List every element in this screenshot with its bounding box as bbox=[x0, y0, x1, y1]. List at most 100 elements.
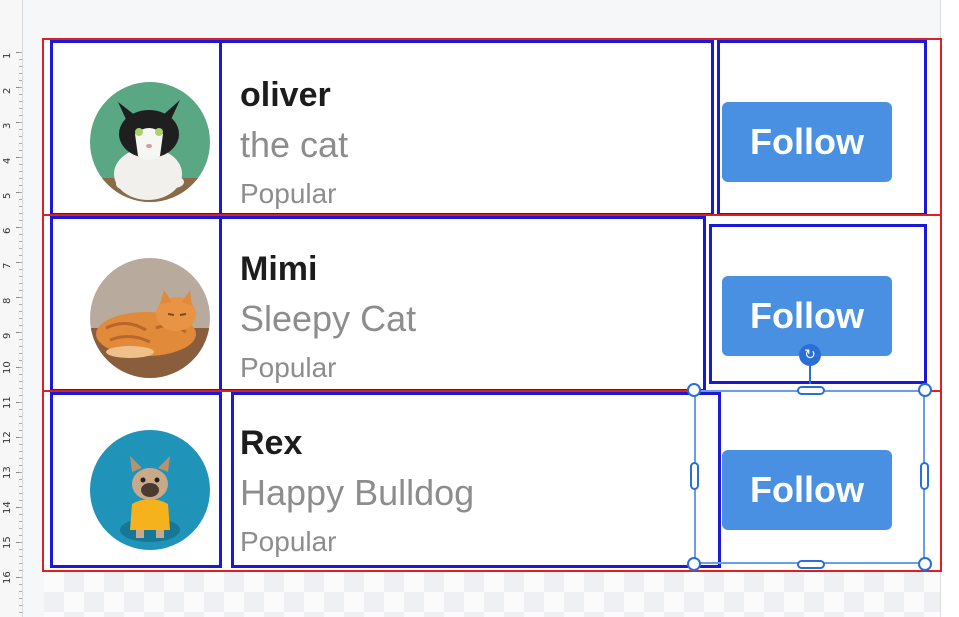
ruler-minor-tick bbox=[19, 563, 22, 564]
ruler-minor-tick bbox=[19, 381, 22, 382]
ruler-minor-tick bbox=[19, 528, 22, 529]
ruler-minor-tick bbox=[19, 444, 22, 445]
ruler-minor-tick bbox=[19, 318, 22, 319]
item-subtitle: Happy Bulldog bbox=[240, 472, 475, 513]
ruler-minor-tick bbox=[19, 507, 22, 508]
ruler-minor-tick bbox=[19, 52, 22, 53]
ruler-minor-tick bbox=[19, 409, 22, 410]
ruler-minor-tick bbox=[19, 269, 22, 270]
ruler-minor-tick bbox=[19, 360, 22, 361]
resize-handle-right[interactable] bbox=[920, 462, 929, 490]
rotate-icon[interactable]: ↻ bbox=[799, 344, 821, 366]
ruler-minor-tick bbox=[19, 136, 22, 137]
ruler-minor-tick bbox=[19, 500, 22, 501]
ruler-minor-tick bbox=[19, 486, 22, 487]
ruler-minor-tick bbox=[19, 521, 22, 522]
ruler-minor-tick bbox=[19, 73, 22, 74]
ruler-minor-tick bbox=[19, 332, 22, 333]
ruler-minor-tick bbox=[19, 66, 22, 67]
ruler-minor-tick bbox=[19, 437, 22, 438]
ruler-minor-tick bbox=[19, 346, 22, 347]
ruler-minor-tick bbox=[19, 157, 22, 158]
ruler-minor-tick bbox=[19, 262, 22, 263]
ruler-minor-tick bbox=[19, 213, 22, 214]
ruler-minor-tick bbox=[19, 353, 22, 354]
ruler-label: 10 bbox=[2, 361, 13, 374]
ruler-minor-tick bbox=[19, 556, 22, 557]
ruler-minor-tick bbox=[19, 108, 22, 109]
ruler-minor-tick bbox=[19, 451, 22, 452]
ruler-minor-tick bbox=[19, 227, 22, 228]
ruler-label: 6 bbox=[2, 227, 13, 234]
selection-box[interactable] bbox=[694, 390, 925, 564]
ruler-minor-tick bbox=[19, 80, 22, 81]
avatar bbox=[90, 82, 210, 202]
ruler-minor-tick bbox=[19, 591, 22, 592]
resize-handle-top-right[interactable] bbox=[918, 383, 932, 397]
ruler-minor-tick bbox=[19, 479, 22, 480]
vertical-ruler[interactable]: 1 2 3 4 5 6 7 8 9 10 11 12 13 14 15 16 bbox=[0, 0, 23, 617]
item-tag: Popular bbox=[240, 526, 337, 557]
follow-button[interactable]: Follow bbox=[722, 102, 892, 182]
ruler-label: 12 bbox=[2, 431, 13, 444]
resize-handle-top-left[interactable] bbox=[687, 383, 701, 397]
avatar bbox=[90, 430, 210, 550]
ruler-minor-tick bbox=[19, 164, 22, 165]
ruler-label: 9 bbox=[2, 332, 13, 339]
ruler-minor-tick bbox=[19, 101, 22, 102]
resize-handle-bottom[interactable] bbox=[797, 560, 825, 569]
ruler-minor-tick bbox=[19, 465, 22, 466]
resize-handle-left[interactable] bbox=[690, 462, 699, 490]
ruler-minor-tick bbox=[19, 577, 22, 578]
ruler-minor-tick bbox=[19, 178, 22, 179]
resize-handle-top[interactable] bbox=[797, 386, 825, 395]
ruler-minor-tick bbox=[19, 290, 22, 291]
ruler-minor-tick bbox=[19, 185, 22, 186]
avatar bbox=[90, 258, 210, 378]
ruler-minor-tick bbox=[19, 122, 22, 123]
ruler-label: 3 bbox=[2, 122, 13, 129]
ruler-minor-tick bbox=[19, 234, 22, 235]
ruler-minor-tick bbox=[19, 598, 22, 599]
ruler-minor-tick bbox=[19, 304, 22, 305]
ruler-label: 14 bbox=[2, 501, 13, 514]
ruler-minor-tick bbox=[19, 570, 22, 571]
resize-handle-bottom-right[interactable] bbox=[918, 557, 932, 571]
ruler-minor-tick bbox=[19, 430, 22, 431]
ruler-label: 16 bbox=[2, 571, 13, 584]
ruler-minor-tick bbox=[19, 535, 22, 536]
canvas-right-edge bbox=[940, 0, 959, 617]
item-tag: Popular bbox=[240, 352, 337, 383]
ruler-minor-tick bbox=[19, 402, 22, 403]
ruler-minor-tick bbox=[19, 199, 22, 200]
resize-handle-bottom-left[interactable] bbox=[687, 557, 701, 571]
ruler-minor-tick bbox=[19, 514, 22, 515]
ruler-minor-tick bbox=[19, 388, 22, 389]
item-tag: Popular bbox=[240, 178, 337, 209]
ruler-minor-tick bbox=[19, 206, 22, 207]
ruler-minor-tick bbox=[19, 311, 22, 312]
ruler-minor-tick bbox=[19, 367, 22, 368]
ruler-label: 15 bbox=[2, 536, 13, 549]
ruler-minor-tick bbox=[19, 612, 22, 613]
ruler-minor-tick bbox=[19, 248, 22, 249]
ruler-minor-tick bbox=[19, 192, 22, 193]
ruler-label: 1 bbox=[2, 52, 13, 59]
ruler-minor-tick bbox=[19, 276, 22, 277]
ruler-minor-tick bbox=[19, 59, 22, 60]
ruler-minor-tick bbox=[19, 472, 22, 473]
ruler-minor-tick bbox=[19, 87, 22, 88]
ruler-label: 4 bbox=[2, 157, 13, 164]
item-name: Mimi bbox=[240, 250, 318, 288]
list-item[interactable]: oliver the cat Popular Follow bbox=[44, 40, 940, 216]
ruler-minor-tick bbox=[19, 255, 22, 256]
french-bulldog-photo bbox=[90, 430, 210, 550]
ruler-label: 5 bbox=[2, 192, 13, 199]
ruler-minor-tick bbox=[19, 605, 22, 606]
ruler-minor-tick bbox=[19, 423, 22, 424]
ruler-minor-tick bbox=[19, 395, 22, 396]
transparency-grid bbox=[44, 572, 940, 617]
ruler-label: 2 bbox=[2, 87, 13, 94]
item-name: Rex bbox=[240, 424, 303, 462]
tuxedo-cat-photo bbox=[90, 82, 210, 202]
